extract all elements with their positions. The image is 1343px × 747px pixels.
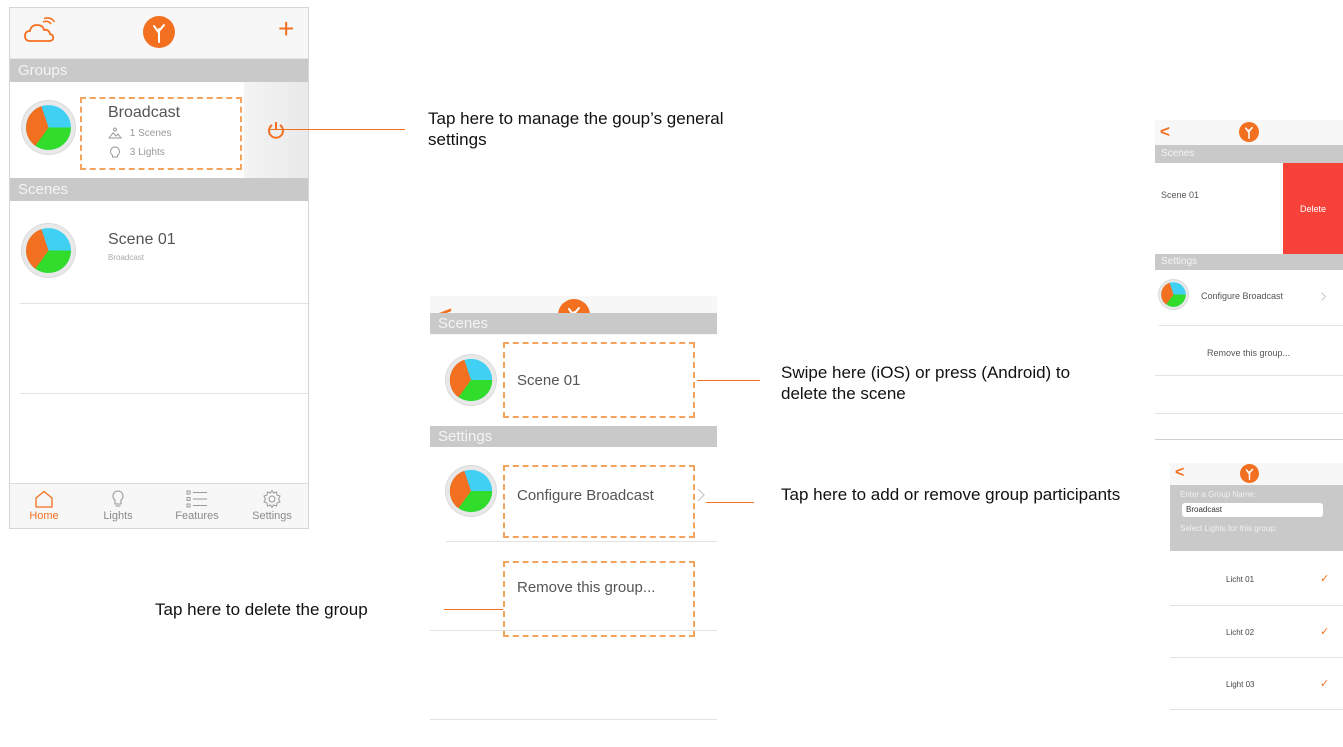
gear-icon xyxy=(263,489,281,509)
callout-participants: Tap here to add or remove group particip… xyxy=(781,485,1121,504)
scene-color-pie xyxy=(446,355,496,405)
delete-button[interactable]: Delete xyxy=(1283,163,1343,256)
configure-row-highlight xyxy=(503,465,695,538)
divider xyxy=(430,719,717,720)
remove-group-label[interactable]: Remove this group... xyxy=(1207,348,1290,358)
back-button[interactable]: < xyxy=(1175,464,1184,482)
check-icon[interactable]: ✓ xyxy=(1320,572,1329,585)
settings-header: Settings xyxy=(430,426,717,447)
tab-label: Features xyxy=(175,510,219,522)
group-power-area[interactable] xyxy=(244,82,308,178)
group-name-input[interactable]: Broadcast xyxy=(1182,503,1323,517)
divider xyxy=(1155,375,1343,376)
check-icon[interactable]: ✓ xyxy=(1320,677,1329,690)
add-group-button[interactable]: + xyxy=(278,14,294,44)
divider xyxy=(1159,325,1343,326)
scene-name: Scene 01 xyxy=(108,231,176,248)
configure-header-panel: < Enter a Group Name: Broadcast Select L… xyxy=(1170,463,1343,551)
tab-label: Settings xyxy=(252,510,292,522)
group-name-prompt: Enter a Group Name: xyxy=(1180,490,1257,499)
logo-icon xyxy=(1239,122,1259,142)
light-row[interactable]: Licht 02 ✓ xyxy=(1170,606,1343,657)
remove-row-highlight xyxy=(503,561,695,637)
groups-header: Groups xyxy=(10,59,308,82)
divider xyxy=(1155,413,1343,414)
tab-label: Lights xyxy=(103,510,133,522)
settings-header: Settings xyxy=(1155,254,1343,270)
scenes-header: Scenes xyxy=(1155,145,1343,163)
configure-group-screen: < Enter a Group Name: Broadcast Select L… xyxy=(1170,463,1343,747)
tab-lights[interactable]: Lights xyxy=(88,488,148,522)
bulb-icon xyxy=(112,490,124,507)
callout-line xyxy=(697,380,760,381)
callout-line xyxy=(270,129,405,130)
callout-manage-group: Tap here to manage the goup’s general se… xyxy=(428,109,724,149)
group-color-pie xyxy=(446,466,496,516)
group-info-highlight xyxy=(80,97,242,170)
tab-settings[interactable]: Settings xyxy=(242,488,302,522)
divider xyxy=(20,303,308,304)
scenes-header: Scenes xyxy=(10,178,308,201)
home-screen: + Groups Broadcast 1 Scenes 3 Lights Sce… xyxy=(9,7,309,529)
scene-row[interactable]: Scene 01 Broadcast xyxy=(10,201,308,303)
callout-swipe-delete: Swipe here (iOS) or press (Android) to d… xyxy=(781,363,1071,403)
home-topbar: + xyxy=(10,8,308,59)
check-icon[interactable]: ✓ xyxy=(1320,625,1329,638)
scene-delete-screen: < Scenes Scene 01 Delete Settings Config… xyxy=(1155,120,1343,440)
cloud-icon[interactable] xyxy=(24,17,56,45)
divider xyxy=(446,541,717,542)
light-name: Licht 01 xyxy=(1226,575,1255,584)
scene-subtitle: Broadcast xyxy=(108,253,145,262)
tab-features[interactable]: Features xyxy=(167,488,227,522)
topbar: < xyxy=(1170,463,1343,485)
scene-color-pie xyxy=(22,224,75,277)
callout-line xyxy=(444,609,503,610)
divider xyxy=(1170,709,1343,710)
select-lights-prompt: Select Lights for this group: xyxy=(1180,524,1277,533)
chevron-right-icon xyxy=(1321,292,1326,301)
logo-icon xyxy=(143,16,175,48)
home-icon xyxy=(35,490,53,508)
scenes-header: Scenes xyxy=(430,313,717,334)
topbar: < xyxy=(1155,120,1343,145)
screen-bottom-edge xyxy=(1155,439,1343,440)
divider xyxy=(20,393,308,394)
light-name: Licht 02 xyxy=(1226,628,1255,637)
callout-delete-group: Tap here to delete the group xyxy=(155,600,368,619)
scene-row-highlight xyxy=(503,342,695,418)
tab-home[interactable]: Home xyxy=(14,488,74,522)
group-color-pie xyxy=(22,101,75,154)
tab-label: Home xyxy=(29,510,59,522)
chevron-right-icon xyxy=(697,488,705,502)
callout-line xyxy=(706,502,754,503)
group-color-pie xyxy=(1159,280,1188,309)
configure-group-label[interactable]: Configure Broadcast xyxy=(1201,291,1283,301)
back-button[interactable]: < xyxy=(1160,122,1170,142)
light-name: Light 03 xyxy=(1226,680,1255,689)
logo-icon xyxy=(1240,464,1259,483)
light-row[interactable]: Light 03 ✓ xyxy=(1170,658,1343,708)
light-row[interactable]: Licht 01 ✓ xyxy=(1170,551,1343,604)
list-icon xyxy=(186,490,207,508)
power-icon[interactable] xyxy=(266,120,286,140)
scene-name: Scene 01 xyxy=(1161,190,1200,200)
tab-bar: Home Lights Features Settings xyxy=(10,483,308,528)
